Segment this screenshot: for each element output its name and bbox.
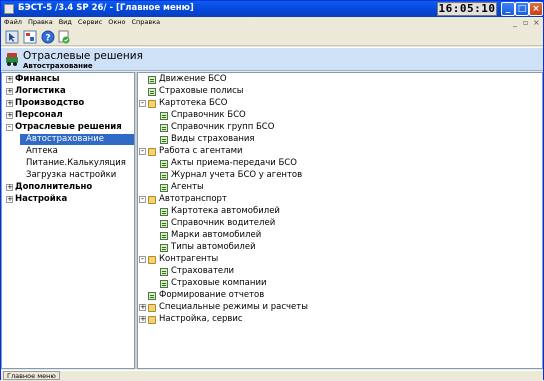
expand-icon[interactable]: + (6, 88, 13, 95)
tree-item-finance[interactable]: Финансы (15, 74, 60, 85)
collapse-icon[interactable]: - (139, 195, 146, 203)
tree-item-insurers[interactable]: Страхователи (171, 266, 234, 277)
tree-item-food-calculation[interactable]: Питание.Калькуляция (26, 158, 126, 169)
tree-folder-special-modes[interactable]: Специальные режимы и расчеты (159, 302, 308, 313)
tree-item-pharmacy[interactable]: Аптека (26, 146, 58, 157)
folder-icon (148, 148, 156, 156)
document-icon (160, 160, 168, 168)
expand-icon[interactable]: + (6, 184, 13, 191)
section-subtitle: Автострахование (23, 62, 93, 70)
menu-edit[interactable]: Правка (25, 17, 56, 28)
folder-icon (148, 196, 156, 204)
tree-item-bso-movement[interactable]: Движение БСО (159, 74, 227, 85)
collapse-icon[interactable]: - (139, 147, 146, 155)
tool-select-icon[interactable] (5, 30, 19, 44)
expand-icon[interactable]: + (6, 76, 13, 83)
tree-item-bso-directory[interactable]: Справочник БСО (171, 110, 246, 121)
tree-folder-agent-work[interactable]: Работа с агентами (159, 146, 243, 157)
minimize-button[interactable]: _ (501, 2, 515, 16)
tree-folder-settings-service[interactable]: Настройка, сервис (159, 314, 243, 325)
document-icon (160, 184, 168, 192)
app-icon[interactable] (4, 4, 14, 14)
document-icon (148, 292, 156, 300)
menu-help[interactable]: Справка (128, 17, 163, 28)
collapse-icon[interactable]: - (6, 123, 13, 131)
menu-service[interactable]: Сервис (75, 17, 105, 28)
mdi-restore-icon[interactable]: ▫ (523, 18, 528, 27)
document-icon (160, 136, 168, 144)
title-bar[interactable]: БЭСТ-5 /3.4 SP 26/ - [Главное меню] 16:0… (1, 1, 543, 17)
tree-item-personnel[interactable]: Персонал (15, 110, 63, 121)
tree-folder-autotransport[interactable]: Автотранспорт (159, 194, 227, 205)
mdi-close-icon[interactable]: × (533, 18, 540, 27)
tree-item-insurance-companies[interactable]: Страховые компании (171, 278, 267, 289)
tree-item-industry-solutions[interactable]: Отраслевые решения (15, 122, 122, 133)
document-icon (148, 76, 156, 84)
tree-folder-bso-card[interactable]: Картотека БСО (159, 98, 227, 109)
tree-item-logistics[interactable]: Логистика (15, 86, 66, 97)
collapse-icon[interactable]: - (139, 99, 146, 107)
mdi-minimize-icon[interactable]: _ (513, 18, 517, 27)
tree-item-bso-journal[interactable]: Журнал учета БСО у агентов (171, 170, 302, 181)
tree-item-settings[interactable]: Настройка (15, 194, 67, 205)
menu-bar: Файл Правка Вид Сервис Окно Справка _ ▫ × (1, 17, 543, 28)
tree-item-reports[interactable]: Формирование отчетов (159, 290, 264, 301)
document-icon (160, 244, 168, 252)
navigation-tree: + Финансы + Логистика + Производство + П… (1, 72, 135, 369)
folder-icon (148, 100, 156, 108)
clock-display: 16:05:10 (437, 2, 497, 16)
help-icon[interactable]: ? (41, 30, 55, 44)
document-icon (160, 124, 168, 132)
tree-item-driver-directory[interactable]: Справочник водителей (171, 218, 275, 229)
document-icon (160, 112, 168, 120)
expand-icon[interactable]: + (6, 196, 13, 203)
tree-item-auto-insurance[interactable]: Автострахование (20, 134, 134, 145)
close-button[interactable]: × (529, 2, 543, 16)
tree-item-bso-group-directory[interactable]: Справочник групп БСО (171, 122, 274, 133)
folder-icon (148, 256, 156, 264)
document-icon (148, 88, 156, 96)
section-title: Отраслевые решения (23, 50, 143, 62)
tree-item-car-card[interactable]: Картотека автомобилей (171, 206, 280, 217)
expand-icon[interactable]: + (6, 112, 13, 119)
menu-window[interactable]: Окно (105, 17, 128, 28)
document-icon (160, 232, 168, 240)
maximize-button[interactable]: □ (515, 2, 529, 16)
tree-item-production[interactable]: Производство (15, 98, 84, 109)
car-icon (6, 53, 18, 66)
tree-item-car-brands[interactable]: Марки автомобилей (171, 230, 261, 241)
tree-item-insurance-types[interactable]: Виды страхования (171, 134, 255, 145)
svg-text:?: ? (45, 34, 50, 44)
menu-view[interactable]: Вид (56, 17, 75, 28)
document-icon (160, 220, 168, 228)
window-title: БЭСТ-5 /3.4 SP 26/ - [Главное меню] (18, 3, 194, 13)
document-icon (160, 172, 168, 180)
document-icon (160, 280, 168, 288)
tree-item-load-settings[interactable]: Загрузка настройки (26, 170, 116, 181)
windows-icon[interactable] (23, 30, 37, 44)
folder-icon (148, 316, 156, 324)
function-tree: Движение БСО Страховые полисы - Картотек… (137, 72, 543, 369)
document-icon (160, 208, 168, 216)
toolbar: ? (1, 28, 543, 46)
folder-icon (148, 304, 156, 312)
tree-item-insurance-policies[interactable]: Страховые полисы (159, 86, 243, 97)
expand-icon[interactable]: + (139, 304, 146, 311)
status-text: Главное меню (3, 371, 60, 380)
main-window: БЭСТ-5 /3.4 SP 26/ - [Главное меню] 16:0… (0, 0, 544, 380)
tree-item-bso-acts[interactable]: Акты приема-передачи БСО (171, 158, 297, 169)
expand-icon[interactable]: + (139, 316, 146, 323)
section-header: Отраслевые решения Автострахование (1, 47, 543, 71)
document-icon (160, 268, 168, 276)
tree-item-car-types[interactable]: Типы автомобилей (171, 242, 256, 253)
expand-icon[interactable]: + (6, 100, 13, 107)
tree-item-agents[interactable]: Агенты (171, 182, 204, 193)
check-document-icon[interactable] (57, 30, 71, 44)
menu-file[interactable]: Файл (1, 17, 25, 28)
tree-item-additional[interactable]: Дополнительно (15, 182, 92, 193)
collapse-icon[interactable]: - (139, 255, 146, 263)
tree-folder-counterparties[interactable]: Контрагенты (159, 254, 218, 265)
status-bar: Главное меню (1, 370, 543, 380)
